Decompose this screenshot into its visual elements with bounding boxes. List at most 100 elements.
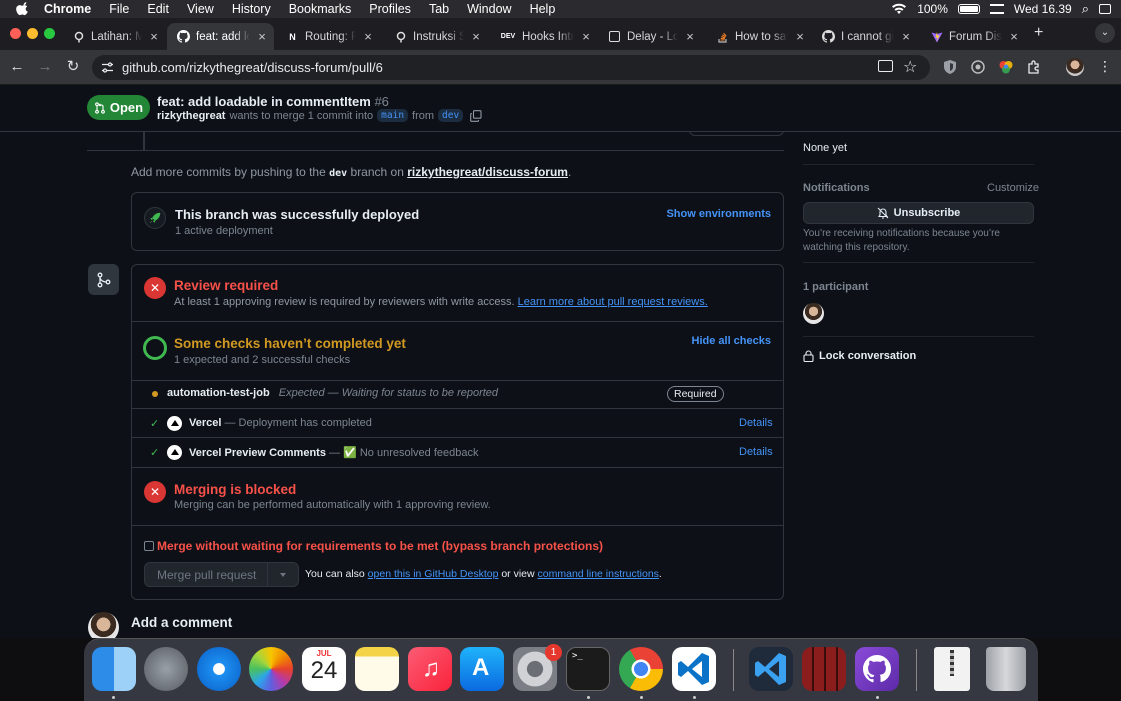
hide-checks-link[interactable]: Hide all checks bbox=[692, 335, 772, 347]
tab-search-icon[interactable]: ⌄ bbox=[1095, 23, 1115, 43]
install-app-icon[interactable] bbox=[878, 60, 893, 72]
address-bar[interactable]: github.com/rizkythegreat/discuss-forum/p… bbox=[92, 55, 930, 80]
menu-file[interactable]: File bbox=[109, 2, 129, 16]
tab-latihan[interactable]: Latihan: Me × bbox=[62, 23, 166, 50]
minimize-window-button[interactable] bbox=[27, 28, 38, 39]
tab-close-icon[interactable]: × bbox=[898, 29, 914, 44]
tab-delay[interactable]: Delay - Loa × bbox=[598, 23, 702, 50]
chrome-menu-icon[interactable]: ⋮ bbox=[1098, 58, 1112, 75]
success-check-icon: ✓ bbox=[150, 418, 160, 430]
bypass-checkbox[interactable] bbox=[144, 541, 154, 551]
menu-history[interactable]: History bbox=[232, 2, 271, 16]
menu-bookmarks[interactable]: Bookmarks bbox=[289, 2, 352, 16]
menu-tab[interactable]: Tab bbox=[429, 2, 449, 16]
tab-hooks[interactable]: DEV Hooks Intro × bbox=[490, 23, 598, 50]
show-environments-link[interactable]: Show environments bbox=[666, 208, 771, 220]
new-tab-icon[interactable]: + bbox=[1034, 24, 1043, 42]
tab-close-icon[interactable]: × bbox=[682, 29, 698, 44]
bypass-label[interactable]: Merge without waiting for requirements t… bbox=[157, 539, 603, 553]
review-learn-more-link[interactable]: Learn more about pull request reviews. bbox=[518, 296, 708, 308]
merge-pull-request-button[interactable]: Merge pull request bbox=[157, 568, 256, 582]
menu-edit[interactable]: Edit bbox=[147, 2, 169, 16]
photo-booth-icon[interactable] bbox=[802, 647, 846, 691]
launchpad-icon[interactable] bbox=[144, 647, 188, 691]
tab-close-icon[interactable]: × bbox=[360, 29, 376, 44]
reload-icon[interactable]: ↻ bbox=[65, 59, 81, 75]
url-text[interactable]: github.com/rizkythegreat/discuss-forum/p… bbox=[122, 60, 383, 75]
battery-icon[interactable] bbox=[957, 4, 980, 14]
lock-conversation-link[interactable]: Lock conversation bbox=[803, 350, 916, 362]
wifi-icon[interactable] bbox=[891, 3, 907, 15]
zip-file-icon[interactable] bbox=[934, 647, 970, 691]
tab-close-icon[interactable]: × bbox=[146, 29, 162, 44]
head-branch[interactable]: dev bbox=[438, 109, 464, 122]
extensions-puzzle-icon[interactable] bbox=[1026, 59, 1042, 75]
tab-close-icon[interactable]: × bbox=[578, 29, 594, 44]
vscode-icon[interactable] bbox=[672, 647, 716, 691]
trash-icon[interactable] bbox=[986, 647, 1026, 691]
zoom-window-button[interactable] bbox=[44, 28, 55, 39]
clock[interactable]: Wed 16.39 bbox=[1014, 2, 1072, 16]
tab-how-to[interactable]: How to sav × bbox=[706, 23, 812, 50]
pr-author[interactable]: rizkythegreat bbox=[157, 110, 225, 122]
back-icon[interactable]: ← bbox=[9, 59, 25, 75]
notes-icon[interactable] bbox=[355, 647, 399, 691]
music-icon[interactable]: ♫ bbox=[408, 647, 452, 691]
details-link[interactable]: Details bbox=[739, 446, 773, 458]
site-settings-icon[interactable] bbox=[101, 61, 114, 74]
safari-icon[interactable] bbox=[197, 647, 241, 691]
merge-options-dropdown[interactable] bbox=[268, 563, 299, 586]
circle-extension-icon[interactable] bbox=[970, 59, 986, 75]
bookmark-star-icon[interactable]: ☆ bbox=[903, 57, 917, 77]
menu-window[interactable]: Window bbox=[467, 2, 511, 16]
tab-close-icon[interactable]: × bbox=[792, 29, 808, 44]
tab-instruksi[interactable]: Instruksi Su × bbox=[384, 23, 488, 50]
finder-icon[interactable] bbox=[92, 647, 136, 691]
command-line-link[interactable]: command line instructions bbox=[538, 568, 659, 580]
chrome-icon[interactable] bbox=[619, 647, 663, 691]
unsubscribe-button[interactable]: Unsubscribe bbox=[803, 202, 1034, 224]
base-branch[interactable]: main bbox=[377, 109, 409, 122]
color-extension-icon[interactable] bbox=[998, 59, 1014, 75]
photos-icon[interactable] bbox=[249, 647, 293, 691]
github-desktop-icon[interactable] bbox=[855, 647, 899, 691]
customize-link[interactable]: Customize bbox=[987, 182, 1039, 194]
tab-close-icon[interactable]: × bbox=[254, 29, 270, 44]
calendar-icon[interactable]: JUL 24 bbox=[302, 647, 346, 691]
tab-routing[interactable]: N Routing: Re × bbox=[276, 23, 380, 50]
close-window-button[interactable] bbox=[10, 28, 21, 39]
details-link[interactable]: Details bbox=[739, 417, 773, 429]
shield-extension-icon[interactable] bbox=[942, 59, 958, 75]
tab-forum[interactable]: Forum Disk × bbox=[920, 23, 1026, 50]
tab-title: Forum Disk bbox=[949, 30, 1002, 43]
app-name[interactable]: Chrome bbox=[44, 2, 91, 16]
siri-icon[interactable] bbox=[1099, 4, 1111, 14]
vscode-icon[interactable] bbox=[749, 647, 793, 691]
repo-link[interactable]: rizkythegreat/discuss-forum bbox=[407, 165, 568, 179]
app-store-icon[interactable]: A bbox=[460, 647, 504, 691]
menu-help[interactable]: Help bbox=[530, 2, 556, 16]
terminal-icon[interactable]: >_ bbox=[566, 647, 610, 691]
copy-icon[interactable] bbox=[470, 109, 482, 122]
participant-avatar[interactable] bbox=[803, 303, 824, 324]
pending-dot-icon bbox=[152, 391, 158, 397]
tab-i-cannot[interactable]: I cannot gi × bbox=[812, 23, 918, 50]
profile-avatar[interactable] bbox=[1066, 58, 1084, 76]
github-icon bbox=[822, 30, 835, 43]
tab-feat-add[interactable]: feat: add lo × bbox=[167, 23, 274, 50]
open-github-desktop-link[interactable]: open this in GitHub Desktop bbox=[368, 568, 499, 580]
search-icon[interactable]: ⌕ bbox=[1082, 1, 1089, 17]
dicoding-icon bbox=[394, 30, 407, 43]
menu-view[interactable]: View bbox=[187, 2, 214, 16]
apple-logo-icon[interactable] bbox=[16, 2, 30, 16]
menu-profiles[interactable]: Profiles bbox=[369, 2, 411, 16]
dock-separator bbox=[916, 649, 917, 691]
unsubscribe-label: Unsubscribe bbox=[893, 207, 961, 219]
check-item-vercel: Vercel — Deployment has completed bbox=[189, 417, 372, 429]
control-center-icon[interactable] bbox=[989, 4, 1004, 14]
forward-icon[interactable]: → bbox=[37, 59, 53, 75]
tab-title: Instruksi Su bbox=[413, 30, 464, 43]
tab-close-icon[interactable]: × bbox=[468, 29, 484, 44]
tab-close-icon[interactable]: × bbox=[1006, 29, 1022, 44]
alt-prefix: You can also bbox=[305, 568, 365, 580]
